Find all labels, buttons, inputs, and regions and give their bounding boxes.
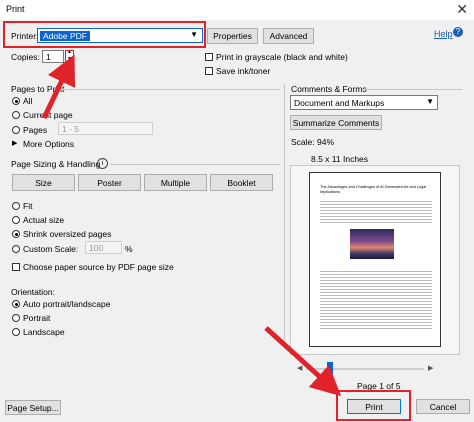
arrow-to-copies (41, 54, 76, 120)
annotation-arrows (41, 54, 342, 397)
arrow-to-print (264, 326, 342, 397)
